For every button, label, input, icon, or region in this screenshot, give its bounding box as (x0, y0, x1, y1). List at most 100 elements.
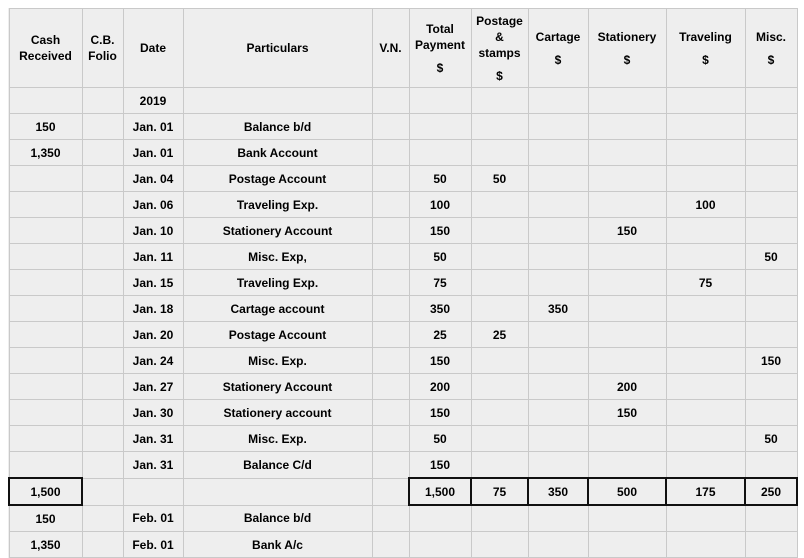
cell-stationery (587, 165, 667, 192)
cell-postage (470, 347, 529, 374)
cell-cartage (527, 531, 589, 558)
cell-traveling (665, 165, 746, 192)
currency-symbol-total_payment: $ (436, 60, 444, 75)
cell-postage: 25 (470, 321, 529, 348)
cell-cb_folio (81, 139, 124, 166)
column-header-cartage: Cartage $ (527, 8, 589, 88)
cell-stationery (587, 451, 667, 479)
cell-total_payment: 50 (408, 165, 472, 192)
cell-stationery (587, 504, 667, 532)
cell-particulars: Traveling Exp. (182, 191, 373, 218)
column-header-label-postage: Postage & stamps (472, 13, 527, 61)
cell-cartage (527, 373, 589, 400)
table-row: 2019 (8, 87, 798, 114)
table-row: Jan. 30 Stationery account 150 150 (8, 399, 798, 426)
cell-cash_received (8, 425, 83, 452)
cell-traveling (665, 373, 746, 400)
cell-cash_received (8, 217, 83, 244)
cell-date: Jan. 24 (122, 347, 184, 374)
cell-misc (744, 451, 798, 479)
column-header-text: C.B. (90, 33, 115, 47)
cell-cash_received: 1,350 (8, 531, 83, 558)
cell-traveling (665, 113, 746, 140)
cell-date: Jan. 04 (122, 165, 184, 192)
cell-cb_folio (81, 531, 124, 558)
cell-misc (744, 295, 798, 322)
table-row: Jan. 15 Traveling Exp. 75 75 (8, 269, 798, 296)
cell-traveling (665, 243, 746, 270)
cell-stationery (587, 87, 667, 114)
cell-cash_received (8, 399, 83, 426)
cell-stationery: 150 (587, 217, 667, 244)
cell-particulars: Cartage account (182, 295, 373, 322)
cell-misc: 50 (744, 243, 798, 270)
cell-particulars: Stationery Account (182, 217, 373, 244)
column-header-text: Cash (30, 33, 61, 47)
cell-stationery: 150 (587, 399, 667, 426)
cell-stationery (587, 347, 667, 374)
cell-postage (470, 243, 529, 270)
column-header-vn: V.N. (371, 8, 410, 88)
cell-cartage (527, 113, 589, 140)
column-header-text: Traveling (679, 29, 732, 44)
cell-date: Jan. 11 (122, 243, 184, 270)
cell-total_payment (408, 139, 472, 166)
cell-vn (371, 269, 410, 296)
cell-total_payment (408, 113, 472, 140)
cell-total_payment (408, 504, 472, 532)
cell-stationery (587, 139, 667, 166)
table-body: 2019 150 Jan. 01 Balance b/d 1,350 Jan. 01 Ban… (8, 87, 798, 558)
column-header-misc: Misc. $ (744, 8, 798, 88)
cell-stationery (587, 295, 667, 322)
table-row: Jan. 27 Stationery Account 200 200 (8, 373, 798, 400)
column-header-stationery: Stationery $ (587, 8, 667, 88)
column-header-cb_folio: C.B. Folio (81, 8, 124, 88)
cell-cash_received: 1,350 (8, 139, 83, 166)
cell-particulars: Balance b/d (182, 113, 373, 140)
cell-cartage (527, 269, 589, 296)
column-header-text: stamps (478, 45, 521, 60)
cell-total_payment (408, 87, 472, 114)
cell-date: Jan. 31 (122, 451, 184, 479)
cell-cartage (527, 165, 589, 192)
cell-particulars (182, 477, 373, 506)
cell-vn (371, 373, 410, 400)
cell-vn (371, 347, 410, 374)
cell-vn (371, 504, 410, 532)
cell-cb_folio (81, 399, 124, 426)
column-header-text: Cartage (535, 29, 581, 44)
cell-particulars: Stationery Account (182, 373, 373, 400)
cell-total_payment: 150 (408, 451, 472, 479)
cell-cash_received (8, 295, 83, 322)
total-row: 1,500 1,500 75 350 500 175 250 (8, 477, 798, 506)
cell-total_payment: 350 (408, 295, 472, 322)
cell-postage (470, 191, 529, 218)
column-header-text: Date (139, 41, 166, 55)
table-header: Cash Received C.B. Folio Date Particulars V.N.… (8, 8, 798, 88)
cell-particulars: Stationery account (182, 399, 373, 426)
column-header-label-cash_received: Cash Received (10, 32, 81, 64)
cell-total_payment: 1,500 (408, 477, 472, 506)
cell-particulars: Traveling Exp. (182, 269, 373, 296)
cell-cb_folio (81, 269, 124, 296)
cell-misc (744, 217, 798, 244)
column-header-label-cb_folio: C.B. Folio (83, 32, 122, 64)
column-header-label-cartage: Cartage (529, 29, 587, 45)
cell-cb_folio (81, 295, 124, 322)
cell-cash_received (8, 321, 83, 348)
cell-vn (371, 139, 410, 166)
cell-vn (371, 113, 410, 140)
cell-misc (744, 504, 798, 532)
cell-postage: 75 (470, 477, 529, 506)
currency-symbol-cartage: $ (554, 52, 562, 67)
cell-cb_folio (81, 451, 124, 479)
column-header-label-total_payment: Total Payment (410, 21, 470, 53)
cell-particulars (182, 87, 373, 114)
cell-vn (371, 321, 410, 348)
cell-particulars: Postage Account (182, 321, 373, 348)
cell-cb_folio (81, 113, 124, 140)
currency-symbol-misc: $ (767, 52, 775, 67)
cell-cartage (527, 321, 589, 348)
cell-cartage: 350 (527, 477, 589, 506)
cell-stationery (587, 191, 667, 218)
